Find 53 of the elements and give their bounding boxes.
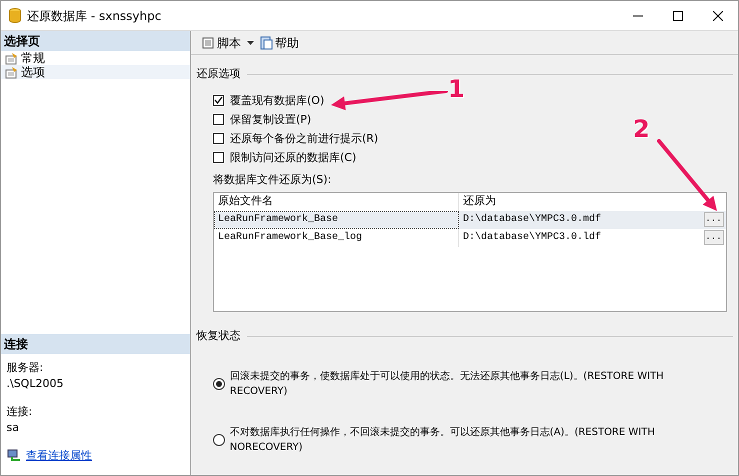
- section-title: 恢复状态: [196, 328, 240, 344]
- field-value: .\SQL2005: [6, 376, 64, 392]
- connection-properties-link[interactable]: 查看连接属性: [26, 448, 92, 464]
- checkbox-option[interactable]: 限制访问还原的数据库(C): [213, 148, 356, 167]
- page-icon: [5, 66, 18, 78]
- table-cell: LeaRunFramework_Base_log: [214, 228, 459, 246]
- close-icon: [713, 10, 724, 20]
- field-label: 连接:: [6, 404, 34, 420]
- field-label: 将数据库文件还原为(S):: [213, 172, 332, 188]
- radio-label: 不对数据库执行任何操作，不回滚未提交的事务。可以还原其他事务日志(A)。(RESTORE WITH NORECOVERY): [230, 426, 656, 454]
- checkbox[interactable]: [213, 132, 224, 144]
- checkbox-label: 覆盖现有数据库(O): [230, 92, 324, 109]
- checkbox-option[interactable]: 还原每个备份之前进行提示(R): [213, 128, 378, 148]
- radio-option[interactable]: 不对数据库执行任何操作，不回滚未提交的事务。可以还原其他事务日志(A)。(RESTORE WITH NORECOVERY): [213, 424, 732, 454]
- browse-button[interactable]: ...: [704, 230, 724, 245]
- table-cell-text: D:\database\YMPC3.0.ldf: [462, 230, 602, 245]
- check-icon: [214, 96, 223, 104]
- checkbox[interactable]: [213, 152, 224, 163]
- script-button[interactable]: 脚本: [199, 34, 243, 52]
- sidebar-item[interactable]: 常规: [1, 51, 190, 65]
- radio-button[interactable]: [213, 434, 225, 446]
- radio-label: 回滚未提交的事务，使数据库处于可以使用的状态。无法还原其他事务日志(L)。(RESTORE WITH RECOVERY): [230, 370, 665, 398]
- table-row[interactable]: LeaRunFramework_Base D:\database\YMPC3.0.mdf ...: [214, 210, 726, 228]
- help-button[interactable]: 帮助: [258, 34, 301, 52]
- column-header: 还原为: [462, 193, 497, 210]
- field-label: 服务器:: [6, 360, 44, 376]
- window-title: 还原数据库 - sxnssyhpc: [27, 8, 162, 24]
- caret-icon: [247, 40, 254, 44]
- annotation-number: 2: [633, 114, 650, 145]
- checkbox-option[interactable]: 覆盖现有数据库(O): [213, 90, 324, 110]
- checkbox[interactable]: [213, 94, 224, 106]
- checkbox-label: 限制访问还原的数据库(C): [230, 150, 356, 166]
- table-cell: LeaRunFramework_Base: [214, 210, 459, 228]
- document-icon: [260, 36, 273, 50]
- radio-option[interactable]: 回滚未提交的事务，使数据库处于可以使用的状态。无法还原其他事务日志(L)。(RESTORE WITH RECOVERY): [213, 368, 732, 398]
- checkbox-label: 保留复制设置(P): [230, 112, 312, 128]
- section-title: 还原选项: [196, 66, 240, 82]
- pane-header: 选择页: [1, 31, 190, 51]
- sidebar-item[interactable]: 选项: [1, 65, 190, 79]
- page-icon: [5, 52, 18, 64]
- table-row[interactable]: LeaRunFramework_Base_log D:\database\YMPC3.0.ldf ...: [214, 228, 726, 246]
- field-value: sa: [6, 420, 20, 436]
- browse-button[interactable]: ...: [704, 212, 724, 227]
- maximize-icon: [673, 10, 684, 20]
- connection-icon: [6, 449, 20, 462]
- radio-button[interactable]: [213, 378, 225, 390]
- checkbox-label: 还原每个备份之前进行提示(R): [230, 130, 378, 147]
- table-cell-text: D:\database\YMPC3.0.mdf: [462, 212, 602, 227]
- checkbox-option[interactable]: 保留复制设置(P): [213, 110, 312, 129]
- annotation-number: 1: [448, 74, 465, 105]
- checkbox[interactable]: [213, 114, 224, 125]
- pane-header: 连接: [1, 334, 190, 354]
- database-icon: [9, 8, 21, 23]
